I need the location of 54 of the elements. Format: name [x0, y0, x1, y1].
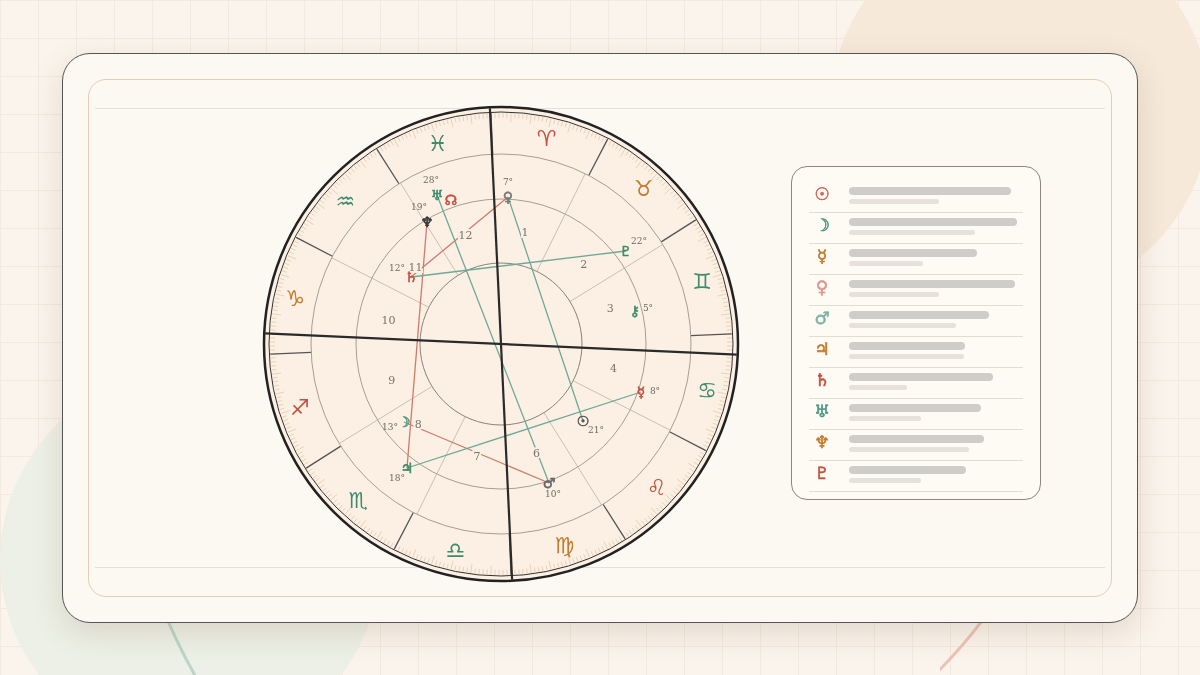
zodiac-sign: ♋ [697, 377, 717, 403]
zodiac-sign: ♎ [445, 537, 466, 563]
degree-label: 12° [389, 262, 405, 273]
degree-label: 10° [545, 488, 561, 499]
planet-glyph: ☊ [444, 191, 458, 208]
degree-label: 5° [642, 302, 654, 313]
zodiac-sign: ♌ [646, 474, 667, 500]
planet-glyph: ♂ [542, 474, 556, 491]
planet-glyph: ☽ [397, 413, 411, 430]
degree-label: 18° [389, 472, 405, 483]
house-number: 7 [473, 450, 481, 463]
zodiac-sign: ♊ [692, 268, 713, 294]
house-number: 9 [388, 373, 396, 387]
zodiac-sign: ♒ [335, 188, 356, 214]
zodiac-sign: ♐ [289, 394, 310, 420]
house-number: 2 [580, 257, 588, 271]
planet-glyph: ☉ [813, 182, 831, 206]
house-number: 8 [414, 417, 422, 431]
house-number: 12 [458, 228, 473, 242]
planet-glyph: ☽ [813, 213, 831, 237]
zodiac-sign: ♈ [536, 125, 557, 151]
zodiac-sign: ♍ [554, 532, 575, 558]
degree-label: 22° [631, 235, 647, 246]
degree-label: 19° [411, 201, 427, 212]
placeholder-bar [849, 477, 921, 483]
planet-glyph: ♄ [813, 368, 831, 392]
planet-glyph: ♇ [813, 461, 831, 485]
zodiac-sign: ♓ [427, 130, 448, 156]
planet-glyph: ♅ [430, 186, 444, 203]
placeholder-bar [849, 415, 921, 421]
degree-label: 21° [588, 424, 604, 435]
planet-glyph: ☿ [815, 244, 829, 268]
planet-glyph: ☉ [576, 412, 590, 429]
planet-glyph: ♇ [619, 242, 633, 259]
planet-glyph: ♀ [814, 275, 830, 299]
house-number: 3 [606, 301, 614, 315]
planet-glyph: ♃ [813, 337, 831, 361]
planet-glyph: ♅ [813, 399, 831, 423]
degree-label: 13° [382, 421, 398, 432]
house-number: 10 [381, 313, 396, 327]
degree-label: 28° [423, 174, 439, 185]
degree-label: 8° [649, 385, 661, 396]
house-number: 1 [521, 225, 529, 238]
degree-label: 7° [502, 176, 514, 187]
zodiac-sign: ♑ [285, 285, 305, 311]
planet-glyph: ♆ [813, 430, 831, 454]
zodiac-sign: ♉ [633, 175, 654, 201]
house-number: 4 [610, 361, 617, 375]
placeholder-bar [849, 384, 907, 390]
planet-glyph: ☿ [636, 383, 646, 400]
planet-glyph: ♆ [420, 213, 434, 230]
planet-glyph: ♂ [813, 306, 831, 330]
planet-glyph: ⚷ [629, 302, 641, 319]
zodiac-sign: ♏ [348, 487, 369, 513]
